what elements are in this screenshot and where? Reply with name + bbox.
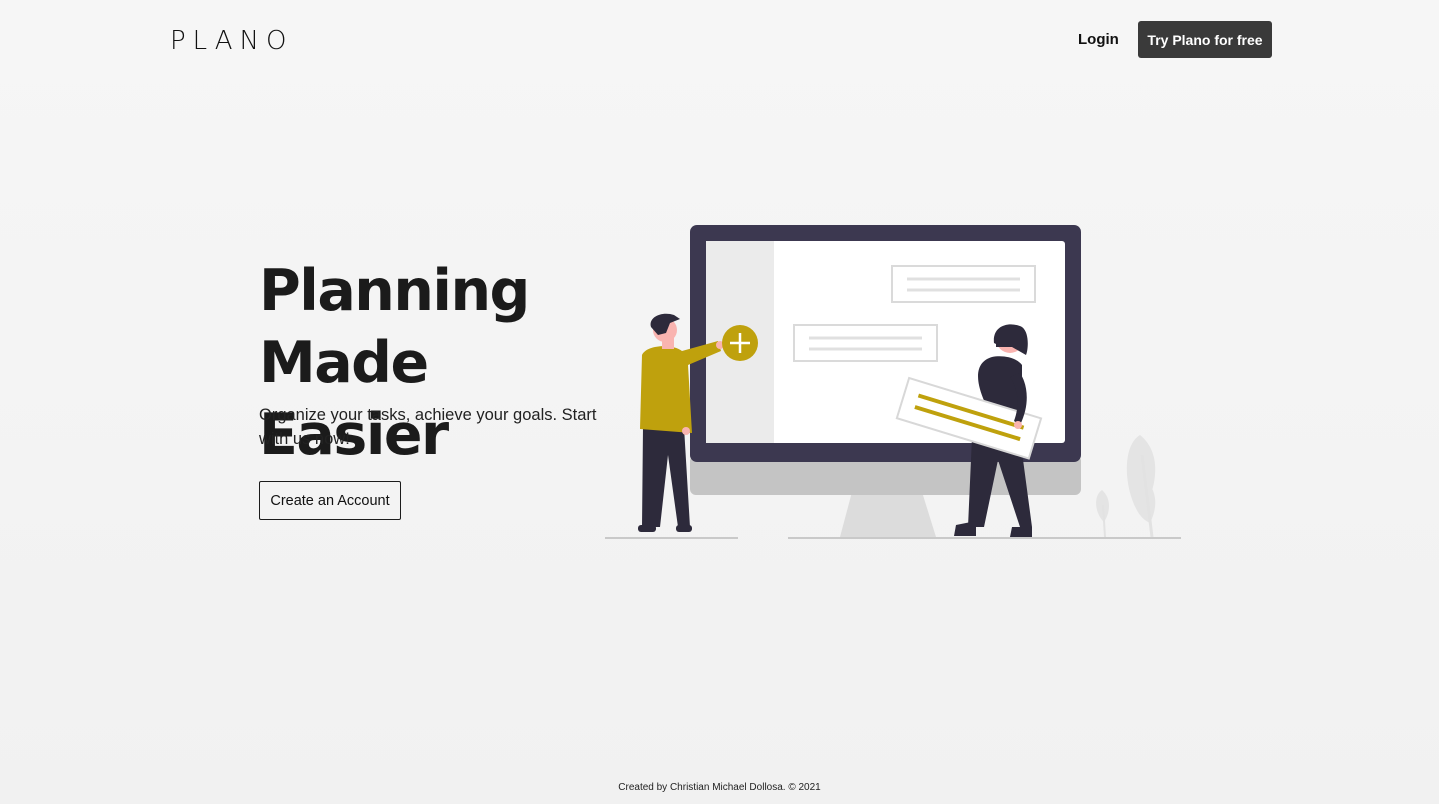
screen-card — [793, 324, 938, 362]
hero-title-line-1: Planning — [259, 258, 530, 324]
login-link[interactable]: Login — [1078, 31, 1119, 48]
woman-bangs — [996, 343, 1022, 347]
hero-subtitle: Organize your tasks, achieve your goals.… — [259, 406, 597, 448]
create-account-button[interactable]: Create an Account — [259, 481, 401, 520]
monitor-stand — [840, 492, 936, 537]
woman-shoe — [1010, 527, 1032, 537]
logo[interactable]: PLANO — [170, 26, 293, 56]
woman-hand — [1014, 421, 1022, 429]
woman-shoe — [954, 521, 976, 536]
try-free-button[interactable]: Try Plano for free — [1138, 21, 1272, 58]
man-hand — [682, 427, 690, 435]
man-shoe — [638, 525, 656, 532]
hero-illustration — [605, 225, 1181, 539]
screen-card — [891, 265, 1036, 303]
man-legs — [642, 427, 690, 527]
man-shoe — [676, 525, 692, 532]
plus-icon — [722, 325, 758, 361]
footer-credit: Created by Christian Michael Dollosa. © … — [618, 782, 821, 793]
